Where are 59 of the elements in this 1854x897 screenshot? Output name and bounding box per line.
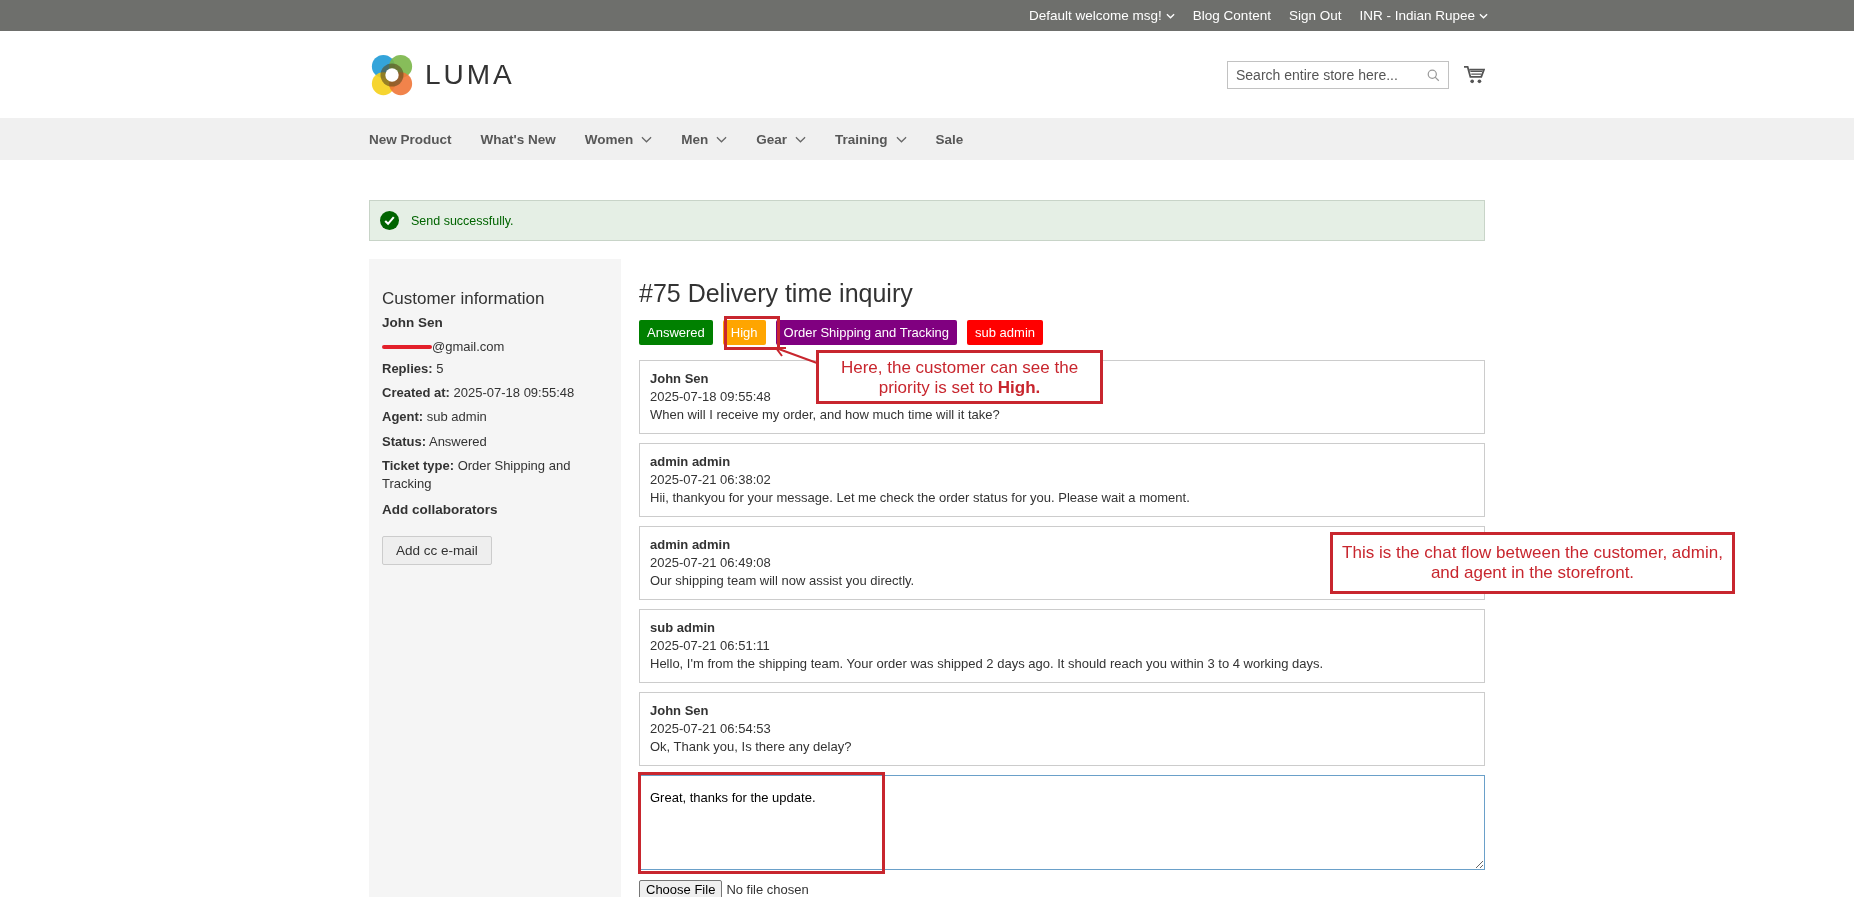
message-author: admin admin [650, 536, 731, 554]
add-cc-button[interactable]: Add cc e-mail [382, 536, 492, 566]
reply-field[interactable]: Great, thanks for the update. [639, 775, 1485, 870]
header-link[interactable]: Default welcome msg! [1029, 8, 1175, 23]
annotation-callout: Here, the customer can see the priority is set to High. [816, 350, 1103, 404]
message-text: Ok, Thank you, Is there any delay? [650, 738, 852, 756]
message-author: John Sen [650, 370, 709, 388]
message-time: 2025-07-21 06:51:11 [650, 637, 770, 655]
message-time: 2025-07-21 06:49:08 [650, 554, 771, 572]
nav-link[interactable]: Women [584, 131, 653, 147]
logo-text[interactable]: LUMA [425, 58, 515, 91]
info-field: Replies: 5 [382, 360, 608, 379]
nav-link[interactable]: What's New [480, 131, 556, 147]
message-time: 2025-07-21 06:38:02 [650, 471, 771, 489]
message-author: John Sen [650, 702, 709, 720]
customer-name: John Sen [382, 315, 444, 330]
highlight-frame [724, 316, 780, 350]
sidebar-title: Customer information [382, 289, 546, 309]
section-title: Add collaborators [382, 502, 499, 518]
nav-link[interactable]: Gear [756, 131, 807, 147]
choose-file-button[interactable]: Choose File [639, 880, 723, 897]
nav-link[interactable]: New Product [369, 131, 452, 147]
cart-icon[interactable] [1463, 64, 1485, 85]
info-field: Agent: sub admin [382, 408, 608, 427]
file-status: No file chosen [726, 882, 809, 897]
search-field[interactable]: Search entire store here... [1227, 60, 1449, 89]
message-author: sub admin [650, 619, 715, 637]
header-link[interactable]: Blog Content [1192, 8, 1271, 23]
success-text: Send successfully. [411, 213, 514, 228]
status-badge: High [722, 320, 766, 345]
status-badge: Order Shipping and Tracking [775, 320, 958, 345]
status-badge: Answered [639, 320, 713, 345]
message-time: 2025-07-21 06:54:53 [650, 720, 771, 738]
header-link[interactable]: INR - Indian Rupee [1359, 8, 1488, 23]
nav-link[interactable]: Sale [935, 131, 964, 147]
nav-link[interactable]: Men [681, 131, 728, 147]
message-text: Hii, thankyou for your message. Let me check the order status for you. Please wait a moment. [650, 489, 1190, 507]
message-author: admin admin [650, 453, 731, 471]
info-field: Status: Answered [382, 432, 608, 451]
check-icon [380, 211, 399, 230]
message-time: 2025-07-18 09:55:48 [650, 388, 771, 406]
info-field: Ticket type: Order Shipping and Tracking [382, 456, 608, 494]
search-icon[interactable] [1427, 68, 1440, 82]
status-badge: sub admin [967, 320, 1044, 345]
annotation-callout: This is the chat flow between the customer, admin, and agent in the storefront. [1330, 532, 1735, 594]
message-text: Our shipping team will now assist you directly. [650, 572, 915, 590]
ticket-title: #75 Delivery time inquiry [639, 279, 914, 308]
message-text: Hello, I'm from the shipping team. Your order was shipped 2 days ago. It should reach you within 3 to 4 working days. [650, 655, 1324, 673]
chevron-icon [1165, 12, 1175, 19]
nav-link[interactable]: Training [835, 131, 907, 147]
chevron-icon [795, 135, 807, 143]
message-text: When will I receive my order, and how much time will it take? [650, 406, 1000, 424]
chevron-icon [1479, 12, 1488, 19]
chevron-icon [716, 135, 728, 143]
header-link[interactable]: Sign Out [1288, 8, 1342, 23]
chevron-icon [895, 135, 907, 143]
chevron-icon [641, 135, 653, 143]
info-field: Created at: 2025-07-18 09:55:48 [382, 384, 608, 403]
customer-email: @gmail.com [432, 339, 505, 354]
